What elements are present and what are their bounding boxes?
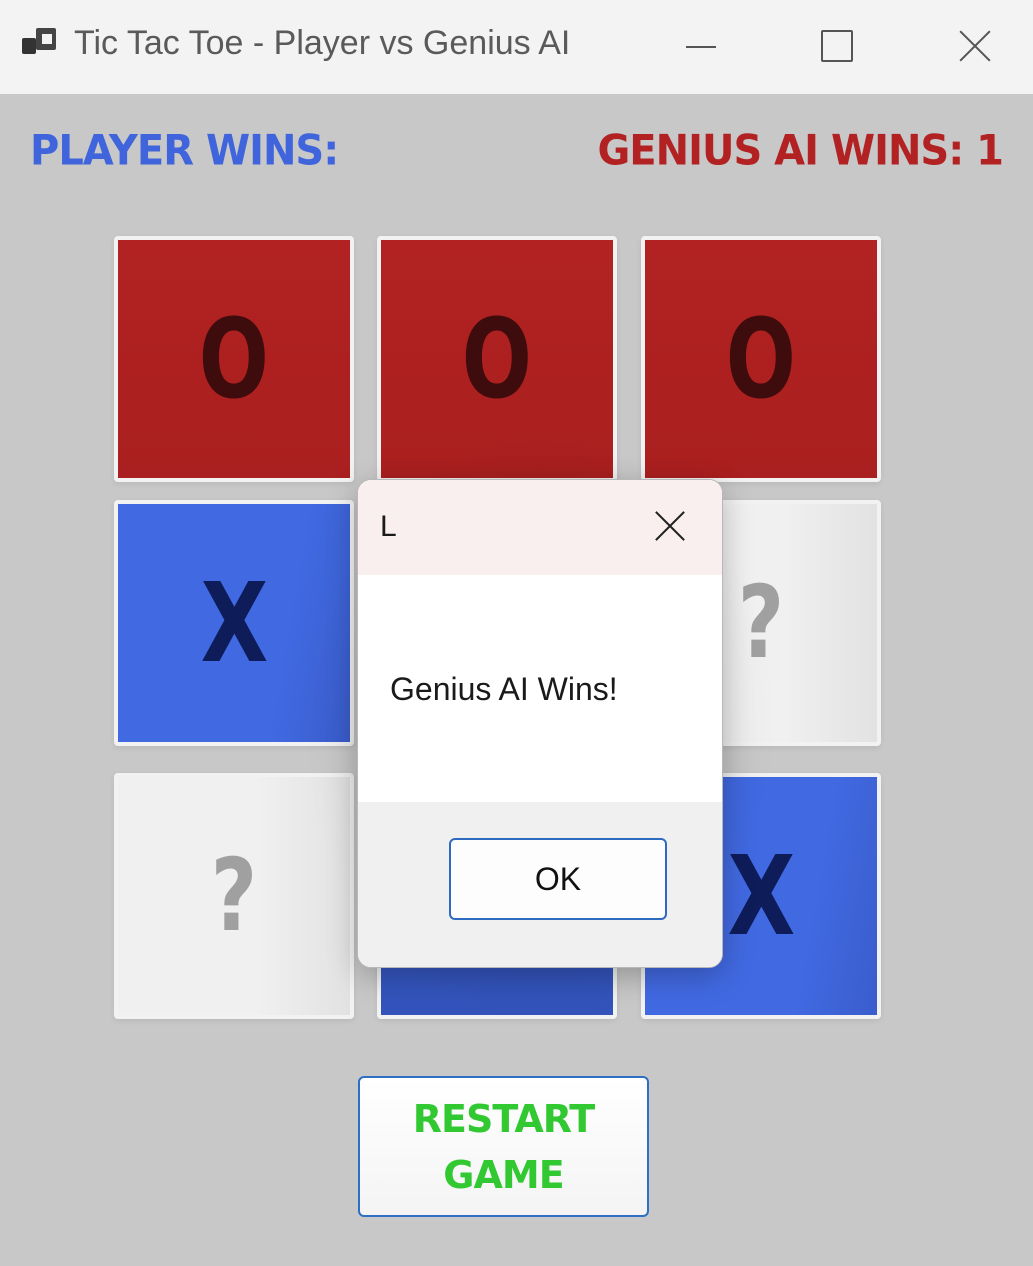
dialog-close-icon[interactable]	[648, 504, 692, 548]
cell-mark: O	[461, 295, 533, 423]
cell-mark: O	[198, 295, 270, 423]
ok-button[interactable]: OK	[449, 838, 667, 920]
restart-game-label: RESTART GAME	[412, 1096, 595, 1197]
player-wins-label: PLAYER WINS:	[30, 126, 339, 176]
cell-mark: ?	[210, 837, 258, 954]
maximize-icon[interactable]	[805, 18, 865, 74]
cell-mark: X	[200, 559, 268, 687]
title-bar: Tic Tac Toe - Player vs Genius AI	[0, 0, 1033, 94]
ai-wins-label: GENIUS AI WINS: 1	[597, 126, 1004, 176]
restart-game-button[interactable]: RESTART GAME	[358, 1076, 649, 1217]
dialog-footer: OK	[358, 802, 722, 967]
minimize-icon[interactable]	[670, 18, 730, 74]
window-title: Tic Tac Toe - Player vs Genius AI	[74, 24, 571, 62]
close-icon[interactable]	[945, 18, 1005, 74]
app-icon	[22, 26, 58, 62]
dialog-header: L	[358, 480, 722, 575]
cell-mark: O	[725, 295, 797, 423]
dialog-body: Genius AI Wins!	[358, 575, 722, 802]
dialog-title: L	[380, 510, 397, 543]
message-dialog: L Genius AI Wins! OK	[357, 479, 723, 968]
dialog-message: Genius AI Wins!	[390, 671, 618, 707]
